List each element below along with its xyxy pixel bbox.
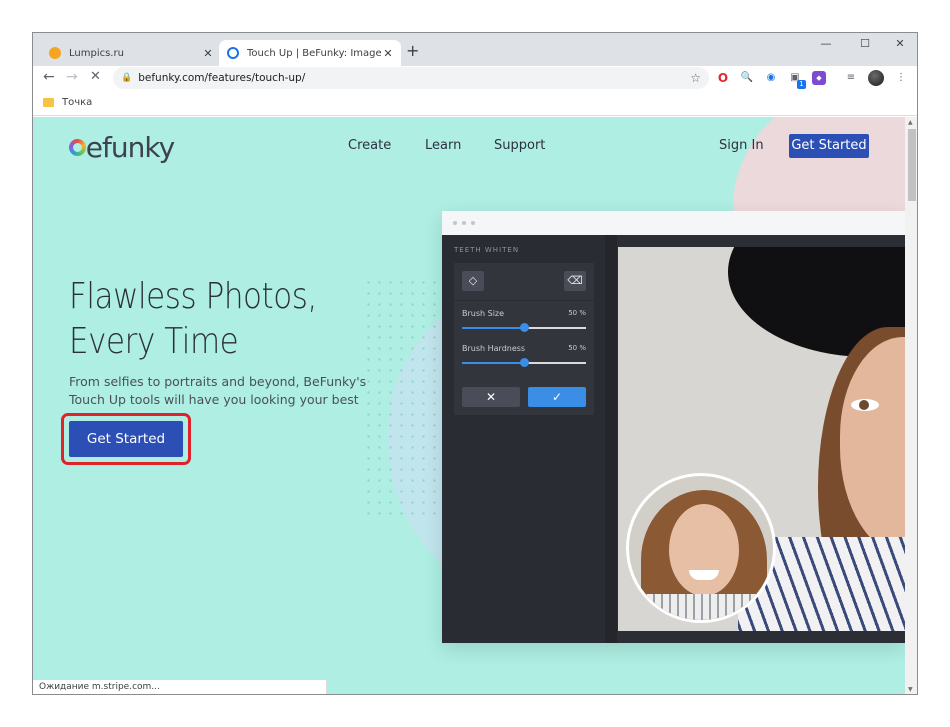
extension-badge: 1	[797, 80, 806, 89]
slider-fill	[462, 362, 524, 364]
panel-divider	[605, 235, 617, 643]
page-scrollbar[interactable]: ▲ ▼	[905, 117, 917, 694]
tab-title: Touch Up | BeFunky: Image Retouch	[247, 47, 381, 59]
window-dot	[462, 221, 466, 225]
subtitle-line-2: Touch Up tools will have you looking you…	[69, 392, 359, 407]
cancel-button[interactable]: ✕	[462, 387, 520, 407]
address-bar[interactable]: 🔒 befunky.com/features/touch-up/ ☆	[113, 67, 709, 89]
brush-size-slider[interactable]	[462, 323, 586, 332]
hero-subtitle: From selfies to portraits and beyond, Be…	[69, 373, 369, 409]
thumb-shirt	[639, 594, 769, 620]
opera-extension-icon[interactable]: O	[716, 71, 730, 85]
slider-handle[interactable]	[520, 358, 529, 367]
purple-extension-icon[interactable]: ◆	[812, 71, 826, 85]
loading-favicon-icon	[227, 47, 239, 59]
brush-size-label: Brush Size	[462, 309, 505, 318]
scroll-down-icon[interactable]: ▼	[908, 686, 913, 693]
profile-avatar[interactable]	[868, 70, 884, 86]
url-text: befunky.com/features/touch-up/	[138, 72, 306, 84]
menu-icon[interactable]: ⋮	[894, 71, 908, 85]
site-logo[interactable]: befunky	[69, 131, 175, 164]
editor-preview: TEETH WHITEN ◇ ⌫ Brush Size 50 % Brush H…	[442, 211, 905, 643]
reading-list-icon[interactable]: ≡	[844, 71, 858, 85]
highlight-box	[61, 413, 191, 465]
tab-close-icon[interactable]: ✕	[381, 47, 395, 60]
scroll-up-icon[interactable]: ▲	[908, 119, 913, 126]
lock-icon: 🔒	[121, 73, 133, 83]
browser-window: Lumpics.ru ✕ Touch Up | BeFunky: Image R…	[32, 32, 918, 695]
brush-hardness-label: Brush Hardness	[462, 344, 526, 353]
folder-icon	[43, 98, 54, 107]
editor-titlebar	[442, 211, 905, 235]
nav-create[interactable]: Create	[348, 138, 391, 153]
star-icon[interactable]: ☆	[690, 71, 701, 85]
globe-extension-icon[interactable]: ◉	[764, 71, 778, 85]
sign-in-link[interactable]: Sign In	[719, 138, 764, 153]
brush-size-value: 50 %	[568, 309, 586, 317]
tab-strip: Lumpics.ru ✕ Touch Up | BeFunky: Image R…	[33, 33, 917, 66]
get-started-nav-button[interactable]: Get Started	[789, 134, 869, 158]
bookmarks-bar: Точка	[33, 92, 917, 116]
browser-toolbar: ← → ✕ 🔒 befunky.com/features/touch-up/ ☆…	[33, 66, 917, 92]
cube-extension-icon[interactable]: ▣ 1	[788, 71, 806, 89]
tab-close-icon[interactable]: ✕	[201, 47, 215, 60]
tool-panel: TEETH WHITEN ◇ ⌫ Brush Size 50 % Brush H…	[442, 235, 605, 643]
tab-befunky[interactable]: Touch Up | BeFunky: Image Retouch ✕	[219, 40, 401, 66]
hero-line-2: Every Time	[69, 321, 239, 362]
logo-text: efunky	[85, 131, 175, 164]
tab-title: Lumpics.ru	[69, 47, 124, 59]
tool-options: ◇ ⌫ Brush Size 50 % Brush Hardness 50 %	[454, 263, 594, 415]
slider-fill	[462, 327, 524, 329]
before-thumbnail	[626, 473, 776, 623]
nav-learn[interactable]: Learn	[425, 138, 461, 153]
panel-title: TEETH WHITEN	[454, 246, 520, 254]
maximize-button[interactable]: ☐	[850, 37, 880, 50]
brush-hardness-value: 50 %	[568, 344, 586, 352]
brush-hardness-slider[interactable]	[462, 358, 586, 367]
tab-lumpics[interactable]: Lumpics.ru ✕	[41, 40, 221, 66]
slider-handle[interactable]	[520, 323, 529, 332]
scrollbar-thumb[interactable]	[908, 129, 916, 201]
apply-button[interactable]: ✓	[528, 387, 586, 407]
lumpics-favicon-icon	[49, 47, 61, 59]
hero-line-1: Flawless Photos,	[69, 276, 317, 317]
close-window-button[interactable]: ✕	[885, 37, 915, 50]
page-content: befunky Create Learn Support Sign In Get…	[33, 117, 905, 694]
hero-title: Flawless Photos, Every Time	[69, 274, 317, 364]
forward-arrow-icon[interactable]: →	[66, 69, 78, 85]
stop-icon[interactable]: ✕	[90, 69, 101, 84]
subtitle-line-1: From selfies to portraits and beyond, Be…	[69, 374, 367, 389]
window-dot	[471, 221, 475, 225]
new-tab-button[interactable]: +	[406, 41, 419, 60]
bookmark-item[interactable]: Точка	[43, 97, 92, 108]
status-bar: Ожидание m.stripe.com...	[33, 679, 327, 694]
divider	[454, 300, 594, 301]
eraser-icon[interactable]: ◇	[462, 271, 484, 291]
clear-icon[interactable]: ⌫	[564, 271, 586, 291]
bookmark-label: Точка	[62, 97, 93, 108]
window-dot	[453, 221, 457, 225]
search-extension-icon[interactable]: 🔍	[740, 71, 754, 85]
back-arrow-icon[interactable]: ←	[43, 69, 55, 85]
photo-eye	[851, 399, 879, 411]
nav-support[interactable]: Support	[494, 138, 545, 153]
minimize-button[interactable]: —	[811, 37, 841, 50]
thumb-face	[669, 504, 739, 596]
